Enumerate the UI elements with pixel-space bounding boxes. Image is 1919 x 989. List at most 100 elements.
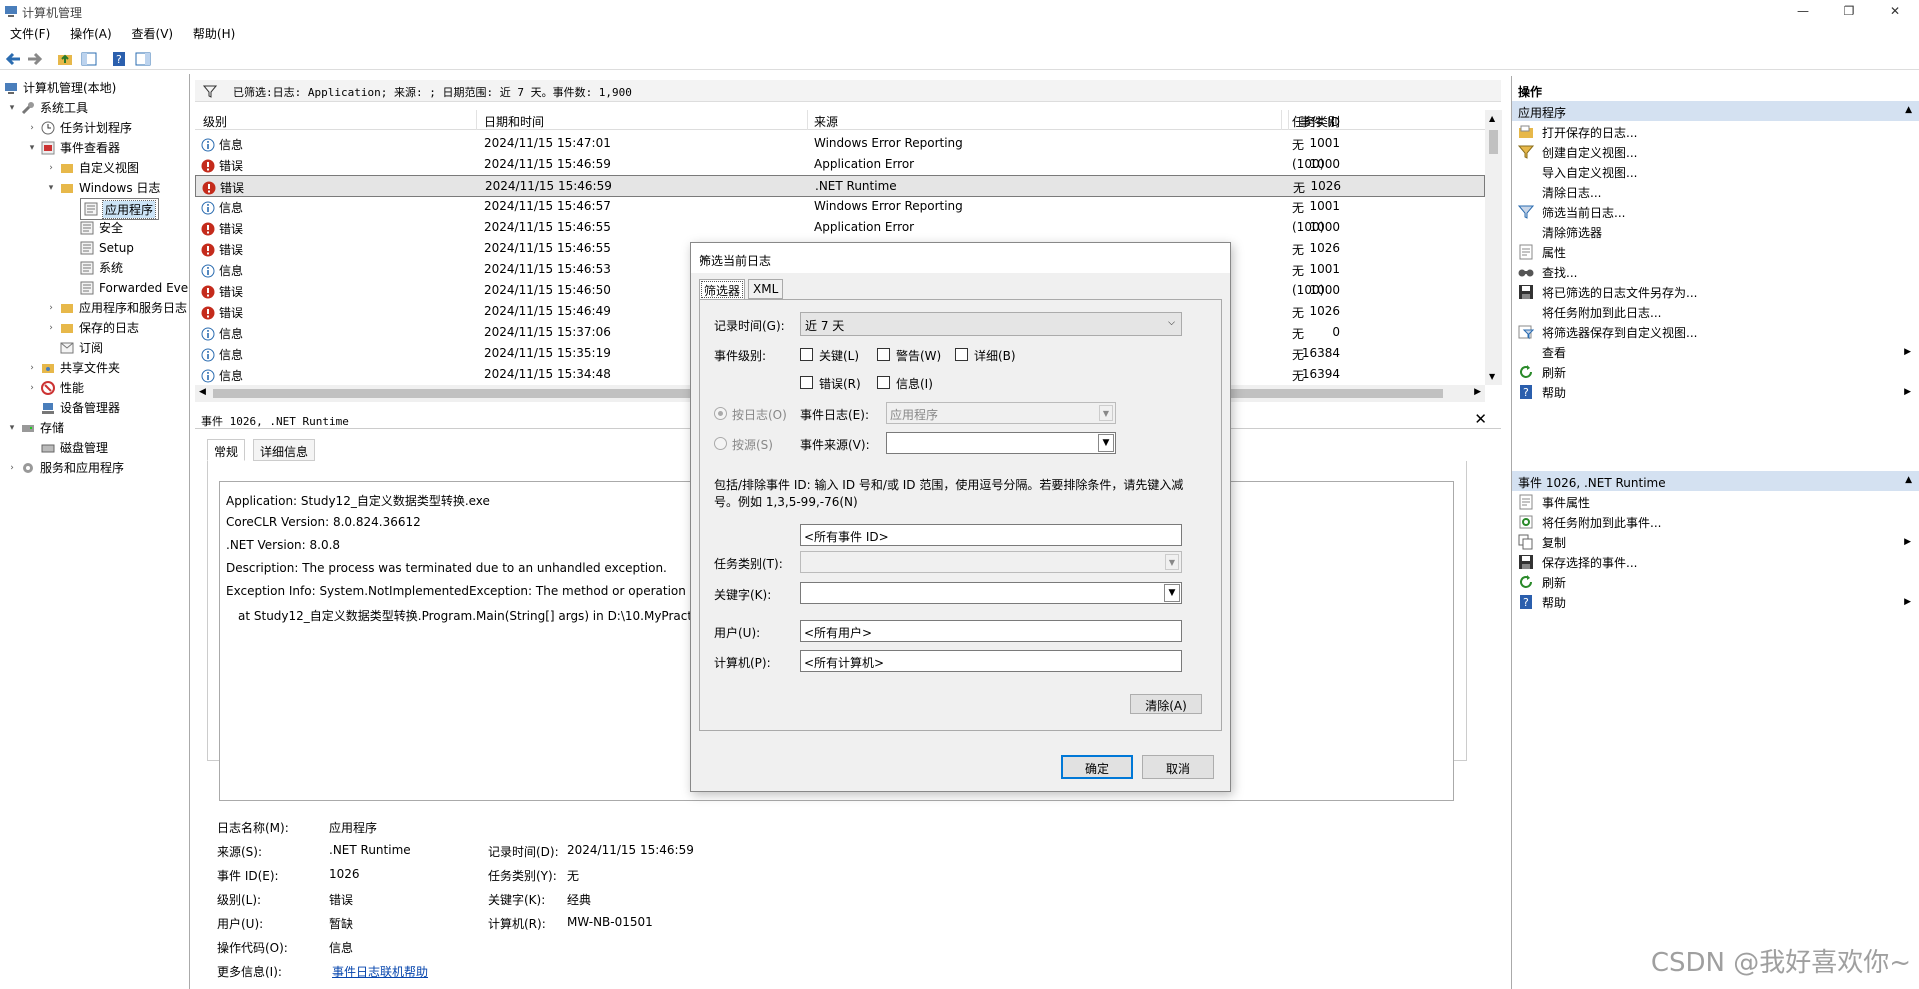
expand-icon[interactable]: › <box>26 363 38 373</box>
action-item[interactable]: ? 帮助 ▶ <box>1518 382 1913 402</box>
tab-xml[interactable]: XML <box>748 279 784 299</box>
tree-node-saved-logs[interactable]: › 保存的日志 <box>45 318 139 337</box>
scroll-right-icon[interactable]: ▶ <box>1474 387 1481 397</box>
level-info-checkbox[interactable] <box>877 376 890 389</box>
tree-node-custom-views[interactable]: › 自定义视图 <box>45 158 139 177</box>
table-row[interactable]: 错误 2024/11/15 15:46:55 Application Error 10… <box>195 217 1485 238</box>
action-item[interactable]: 清除筛选器 <box>1518 222 1913 242</box>
action-item[interactable]: 清除日志... <box>1518 182 1913 202</box>
expand-icon[interactable]: › <box>45 163 57 173</box>
clear-button[interactable]: 清除(A) <box>1130 694 1202 714</box>
menu-help[interactable]: 帮助(H) <box>193 25 235 42</box>
collapse-icon[interactable]: ▾ <box>45 183 57 193</box>
menu-action[interactable]: 操作(A) <box>70 25 112 42</box>
collapse-arrow-icon[interactable]: ▲ <box>1905 105 1912 115</box>
table-row[interactable]: 信息 2024/11/15 15:46:57 Windows Error Repor… <box>195 196 1485 217</box>
up-level-button[interactable] <box>56 50 74 68</box>
tree-node-device-manager[interactable]: 设备管理器 <box>41 398 120 417</box>
menu-file[interactable]: 文件(F) <box>10 25 50 42</box>
ok-button[interactable]: 确定 <box>1061 755 1133 779</box>
action-item[interactable]: 查看 ▶ <box>1518 342 1913 362</box>
tab-details[interactable]: 详细信息 <box>253 439 316 461</box>
tree-node-subscriptions[interactable]: 订阅 <box>60 338 103 357</box>
table-row[interactable]: 信息 2024/11/15 15:47:01 Windows Error Repor… <box>195 133 1485 154</box>
tree-node-system-tools[interactable]: ▾ 系统工具 <box>6 98 88 117</box>
tree-node-windows-logs[interactable]: ▾ Windows 日志 <box>45 178 161 197</box>
tree-node-task-scheduler[interactable]: › 任务计划程序 <box>26 118 132 137</box>
table-row[interactable]: 错误 2024/11/15 15:46:59 .NET Runtime 1026 无 <box>195 175 1485 197</box>
expand-icon[interactable]: › <box>6 463 18 473</box>
collapse-icon[interactable]: ▾ <box>6 423 18 433</box>
tree-node-shared-folders[interactable]: › 共享文件夹 <box>26 358 120 377</box>
column-header-source[interactable]: 来源 <box>814 113 838 130</box>
action-item[interactable]: 保存选择的事件... <box>1518 552 1913 572</box>
user-input[interactable]: <所有用户> <box>800 620 1182 642</box>
event-log-online-help-link[interactable]: 事件日志联机帮助 <box>332 963 428 980</box>
level-verbose-checkbox[interactable] <box>955 348 968 361</box>
actions-group-application[interactable]: 应用程序 ▲ <box>1512 101 1919 121</box>
tree-node-app-service-logs[interactable]: › 应用程序和服务日志 <box>45 298 187 317</box>
tab-general[interactable]: 常规 <box>207 439 246 461</box>
scroll-down-icon[interactable]: ▼ <box>1489 372 1495 381</box>
action-item[interactable]: 导入自定义视图... <box>1518 162 1913 182</box>
level-error-checkbox[interactable] <box>800 376 813 389</box>
column-header-task[interactable]: 任务类别 <box>1292 113 1340 130</box>
event-list-vertical-scrollbar[interactable]: ▲ ▼ <box>1485 110 1502 385</box>
scroll-left-icon[interactable]: ◀ <box>199 387 206 397</box>
tree-node-disk-management[interactable]: 磁盘管理 <box>41 438 108 457</box>
action-item[interactable]: 属性 <box>1518 242 1913 262</box>
action-item[interactable]: 筛选当前日志... <box>1518 202 1913 222</box>
action-item[interactable]: 将任务附加到此日志... <box>1518 302 1913 322</box>
tree-node-forwarded-events[interactable]: Forwarded Eve <box>80 278 188 297</box>
expand-icon[interactable]: › <box>45 303 57 313</box>
action-item[interactable]: 刷新 <box>1518 572 1913 592</box>
table-row[interactable]: 错误 2024/11/15 15:46:59 Application Error 10… <box>195 154 1485 175</box>
tree-node-services-applications[interactable]: › 服务和应用程序 <box>6 458 124 477</box>
menu-view[interactable]: 查看(V) <box>132 25 174 42</box>
expand-icon[interactable]: › <box>26 123 38 133</box>
show-hide-action-pane-button[interactable] <box>134 50 152 68</box>
help-toolbar-button[interactable]: ? <box>110 50 128 68</box>
collapse-arrow-icon[interactable]: ▲ <box>1905 475 1912 485</box>
forward-button[interactable] <box>26 50 44 68</box>
by-log-radio[interactable] <box>714 407 727 420</box>
close-window-button[interactable]: ✕ <box>1872 0 1918 22</box>
action-item[interactable]: 将任务附加到此事件... <box>1518 512 1913 532</box>
collapse-icon[interactable]: ▾ <box>6 103 18 113</box>
action-item[interactable]: 刷新 <box>1518 362 1913 382</box>
action-item[interactable]: 事件属性 <box>1518 492 1913 512</box>
tree-node-setup-log[interactable]: Setup <box>80 238 134 257</box>
close-detail-icon[interactable]: ✕ <box>1474 410 1487 428</box>
action-item[interactable]: 复制 ▶ <box>1518 532 1913 552</box>
show-hide-tree-button[interactable] <box>80 50 98 68</box>
tree-node-system-log[interactable]: 系统 <box>80 258 123 277</box>
collapse-icon[interactable]: ▾ <box>26 143 38 153</box>
scroll-thumb[interactable] <box>1489 130 1498 154</box>
expand-icon[interactable]: › <box>45 323 57 333</box>
tree-node-computer-management[interactable]: 计算机管理(本地) <box>4 78 116 97</box>
level-critical-checkbox[interactable] <box>800 348 813 361</box>
tree-node-event-viewer[interactable]: ▾ 事件查看器 <box>26 138 120 157</box>
column-header-level[interactable]: 级别 <box>203 113 227 130</box>
action-item[interactable]: 查找... <box>1518 262 1913 282</box>
computer-input[interactable]: <所有计算机> <box>800 650 1182 672</box>
minimize-button[interactable]: — <box>1780 0 1826 22</box>
scroll-up-icon[interactable]: ▲ <box>1489 114 1495 123</box>
level-warning-checkbox[interactable] <box>877 348 890 361</box>
tree-node-storage[interactable]: ▾ 存储 <box>6 418 64 437</box>
tree-node-security-log[interactable]: 安全 <box>80 218 123 237</box>
expand-icon[interactable]: › <box>26 383 38 393</box>
event-sources-select[interactable]: ▼ <box>886 432 1116 454</box>
logged-range-select[interactable]: 近 7 天 ⌵ <box>800 312 1182 336</box>
keywords-select[interactable]: ▼ <box>800 582 1182 604</box>
action-item[interactable]: 将已筛选的日志文件另存为... <box>1518 282 1913 302</box>
action-item[interactable]: ? 帮助 ▶ <box>1518 592 1913 612</box>
action-item[interactable]: 将筛选器保存到自定义视图... <box>1518 322 1913 342</box>
tab-filter[interactable]: 筛选器 <box>699 279 746 300</box>
tree-node-application-log[interactable]: 应用程序 <box>80 198 160 220</box>
restore-button[interactable]: ❐ <box>1826 0 1872 22</box>
column-header-datetime[interactable]: 日期和时间 <box>484 113 544 130</box>
action-item[interactable]: 创建自定义视图... <box>1518 142 1913 162</box>
dialog-close-button[interactable]: ✕ <box>699 252 1222 266</box>
actions-group-event[interactable]: 事件 1026, .NET Runtime ▲ <box>1512 471 1919 491</box>
